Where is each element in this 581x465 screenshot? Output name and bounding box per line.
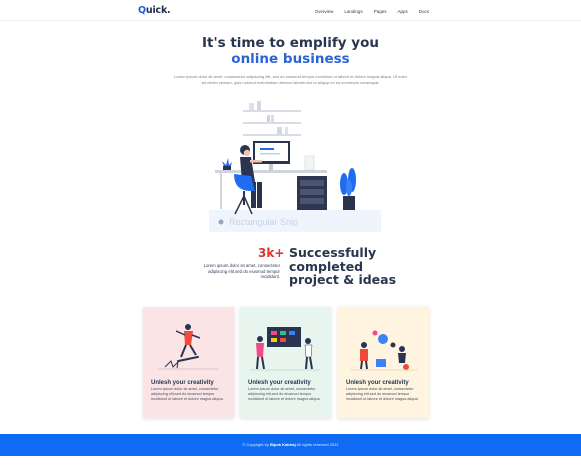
footer: © Copyright by Bipok Kabiraj All rights … bbox=[0, 434, 581, 456]
nav-link-overview[interactable]: Overview bbox=[315, 9, 334, 14]
card-title: Unlesh your creativity bbox=[248, 380, 311, 386]
hero-illustration: Rectangular Snip bbox=[209, 101, 381, 232]
nav-link-pages[interactable]: Pages bbox=[374, 9, 387, 14]
stat-headline-line1: Successfully bbox=[289, 245, 377, 260]
nav-link-docs[interactable]: Docs bbox=[419, 9, 429, 14]
footer-rights: All rights reserved 2021 bbox=[296, 442, 339, 447]
nav-links: Overview Landings Pages Apps Docs bbox=[315, 9, 429, 14]
card-title: Unlesh your creativity bbox=[346, 380, 409, 386]
card-illustration-skateboarder bbox=[158, 324, 219, 370]
hero-title: It's time to emplify you online business bbox=[0, 35, 581, 67]
top-navbar: Quick. Overview Landings Pages Apps Docs bbox=[0, 0, 581, 21]
feature-card-1: Unlesh your creativity Lorem ipsum dolor… bbox=[143, 307, 234, 418]
hero-title-line1: It's time to emplify you bbox=[202, 35, 379, 51]
card-illustration-team bbox=[350, 330, 418, 371]
stat-description: Lorem ipsum dolor sit amet, consectetur … bbox=[203, 263, 280, 280]
card-text: Lorem ipsum dolor sit amet, consectetur … bbox=[151, 387, 224, 401]
feature-card-2: Unlesh your creativity Lorem ipsum dolor… bbox=[240, 307, 331, 418]
hero-paragraph: Lorem ipsum dolor sit amet, consectetur … bbox=[174, 74, 407, 85]
stat-headline-line2: completed bbox=[289, 258, 364, 274]
brand-logo[interactable]: Quick. bbox=[138, 5, 171, 16]
card-illustration-presentation bbox=[250, 327, 320, 371]
footer-author[interactable]: Bipok Kabiraj bbox=[270, 442, 296, 447]
card-text: Lorem ipsum dolor sit amet, consectetur … bbox=[248, 387, 321, 401]
stat-number: 3k+ bbox=[258, 246, 285, 260]
hero-title-accent: online business bbox=[231, 51, 350, 67]
card-text: Lorem ipsum dolor sit amet, consectetur … bbox=[346, 387, 419, 401]
footer-copyright: © Copyright by bbox=[242, 442, 269, 447]
watermark-text: Rectangular Snip bbox=[229, 217, 298, 227]
stat-headline-line3: project & ideas bbox=[289, 272, 397, 287]
feature-card-3: Unlesh your creativity Lorem ipsum dolor… bbox=[338, 307, 429, 418]
card-title: Unlesh your creativity bbox=[151, 380, 214, 386]
stat-headline: Successfully completed project & ideas bbox=[289, 246, 396, 287]
nav-link-landings[interactable]: Landings bbox=[344, 9, 362, 14]
nav-link-apps[interactable]: Apps bbox=[397, 9, 407, 14]
